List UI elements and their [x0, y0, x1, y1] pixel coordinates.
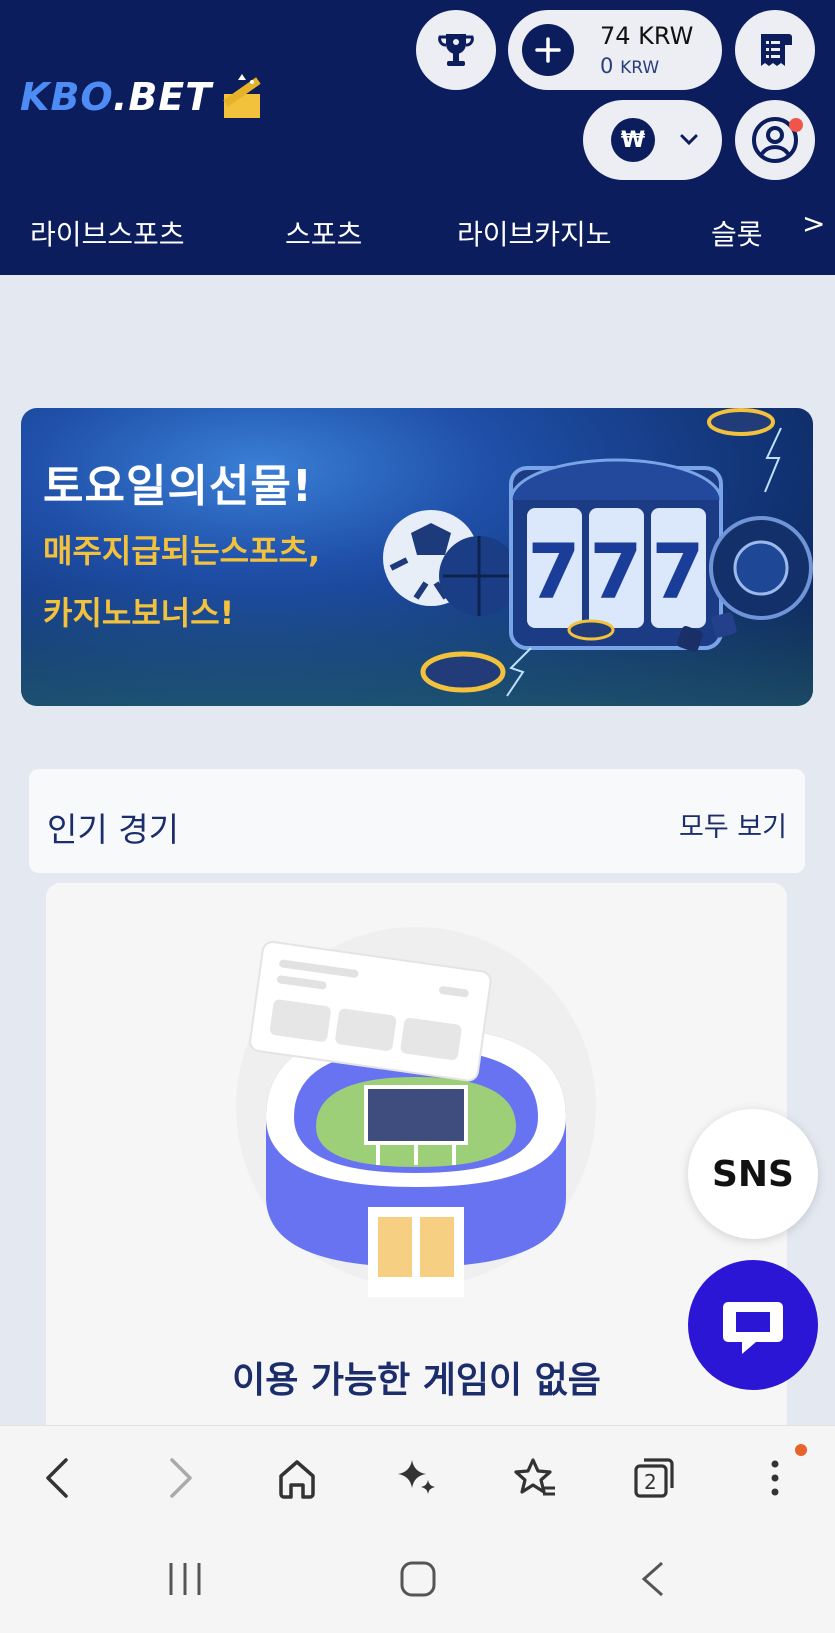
category-nav: 라이브스포츠 스포츠 라이브카지노 슬롯 >	[0, 187, 835, 275]
sns-button[interactable]: SNS	[688, 1109, 818, 1239]
app-header: KBO.BET 74 KRW 0 KRW ₩	[0, 0, 835, 187]
receipt-icon	[761, 34, 792, 66]
promo-banner[interactable]: 7 7 7 토요일의선물! 매주지급되는스포츠, 카지노보너스!	[21, 408, 813, 706]
won-currency-icon: ₩	[611, 118, 655, 162]
plus-icon	[522, 24, 574, 76]
gift-box-icon	[223, 74, 261, 118]
logo-bet-text: .BET	[112, 75, 213, 119]
bonus-balance: 0 KRW	[600, 54, 660, 78]
slot-digit-1: 7	[528, 527, 581, 616]
slot-machine-illustration: 7 7 7	[383, 408, 813, 697]
balance-deposit-button[interactable]: 74 KRW 0 KRW	[508, 10, 722, 90]
stadium-ticket-illustration	[236, 927, 596, 1297]
banner-subtitle-line-2: 카지노보너스!	[43, 594, 235, 632]
trophy-icon	[438, 34, 474, 66]
main-balance: 74 KRW	[600, 22, 694, 50]
nav-item-live-casino[interactable]: 라이브카지노	[457, 213, 612, 253]
bookmarks-star-icon[interactable]	[513, 1456, 559, 1500]
empty-state-message: 이용 가능한 게임이 없음	[232, 1360, 601, 1401]
home-icon[interactable]	[276, 1456, 318, 1500]
nav-item-slots[interactable]: 슬롯	[711, 213, 763, 253]
nav-scroll-right-icon[interactable]: >	[802, 207, 825, 240]
browser-toolbar: 2	[0, 1425, 835, 1525]
recent-apps-icon[interactable]	[166, 1561, 204, 1597]
kbo-bet-logo[interactable]: KBO.BET	[20, 72, 264, 122]
more-menu-icon[interactable]	[765, 1456, 785, 1500]
slot-digit-3: 7	[652, 527, 705, 616]
chevron-down-icon	[680, 134, 698, 146]
chat-bubble-icon	[723, 1302, 783, 1354]
tabs-count: 2	[644, 1470, 657, 1494]
currency-selector[interactable]: ₩	[583, 100, 722, 180]
nav-item-live-sports[interactable]: 라이브스포츠	[30, 213, 185, 253]
ai-sparkle-icon[interactable]	[394, 1456, 438, 1500]
trophy-button[interactable]	[416, 10, 496, 90]
profile-button[interactable]	[735, 100, 815, 180]
slot-digit-2: 7	[590, 527, 643, 616]
notification-dot	[789, 118, 803, 132]
menu-notification-dot	[795, 1444, 807, 1456]
home-button-icon[interactable]	[400, 1561, 436, 1597]
system-navigation-bar	[0, 1525, 835, 1633]
live-chat-button[interactable]	[688, 1260, 818, 1390]
back-arrow-icon[interactable]	[40, 1456, 76, 1500]
logo-kbo-text: KBO	[20, 75, 113, 119]
system-back-icon[interactable]	[638, 1561, 668, 1597]
section-title: 인기 경기	[47, 810, 179, 849]
betslip-button[interactable]	[735, 10, 815, 90]
empty-state-card: 이용 가능한 게임이 없음	[46, 883, 787, 1443]
forward-arrow-icon[interactable]	[162, 1456, 198, 1500]
popular-matches-header: 인기 경기 모두 보기	[29, 769, 805, 873]
banner-subtitle-line-1: 매주지급되는스포츠,	[43, 532, 321, 570]
banner-title: 토요일의선물!	[43, 461, 313, 512]
nav-item-sports[interactable]: 스포츠	[285, 213, 362, 253]
view-all-link[interactable]: 모두 보기	[679, 805, 787, 844]
tabs-button[interactable]: 2	[632, 1456, 676, 1500]
